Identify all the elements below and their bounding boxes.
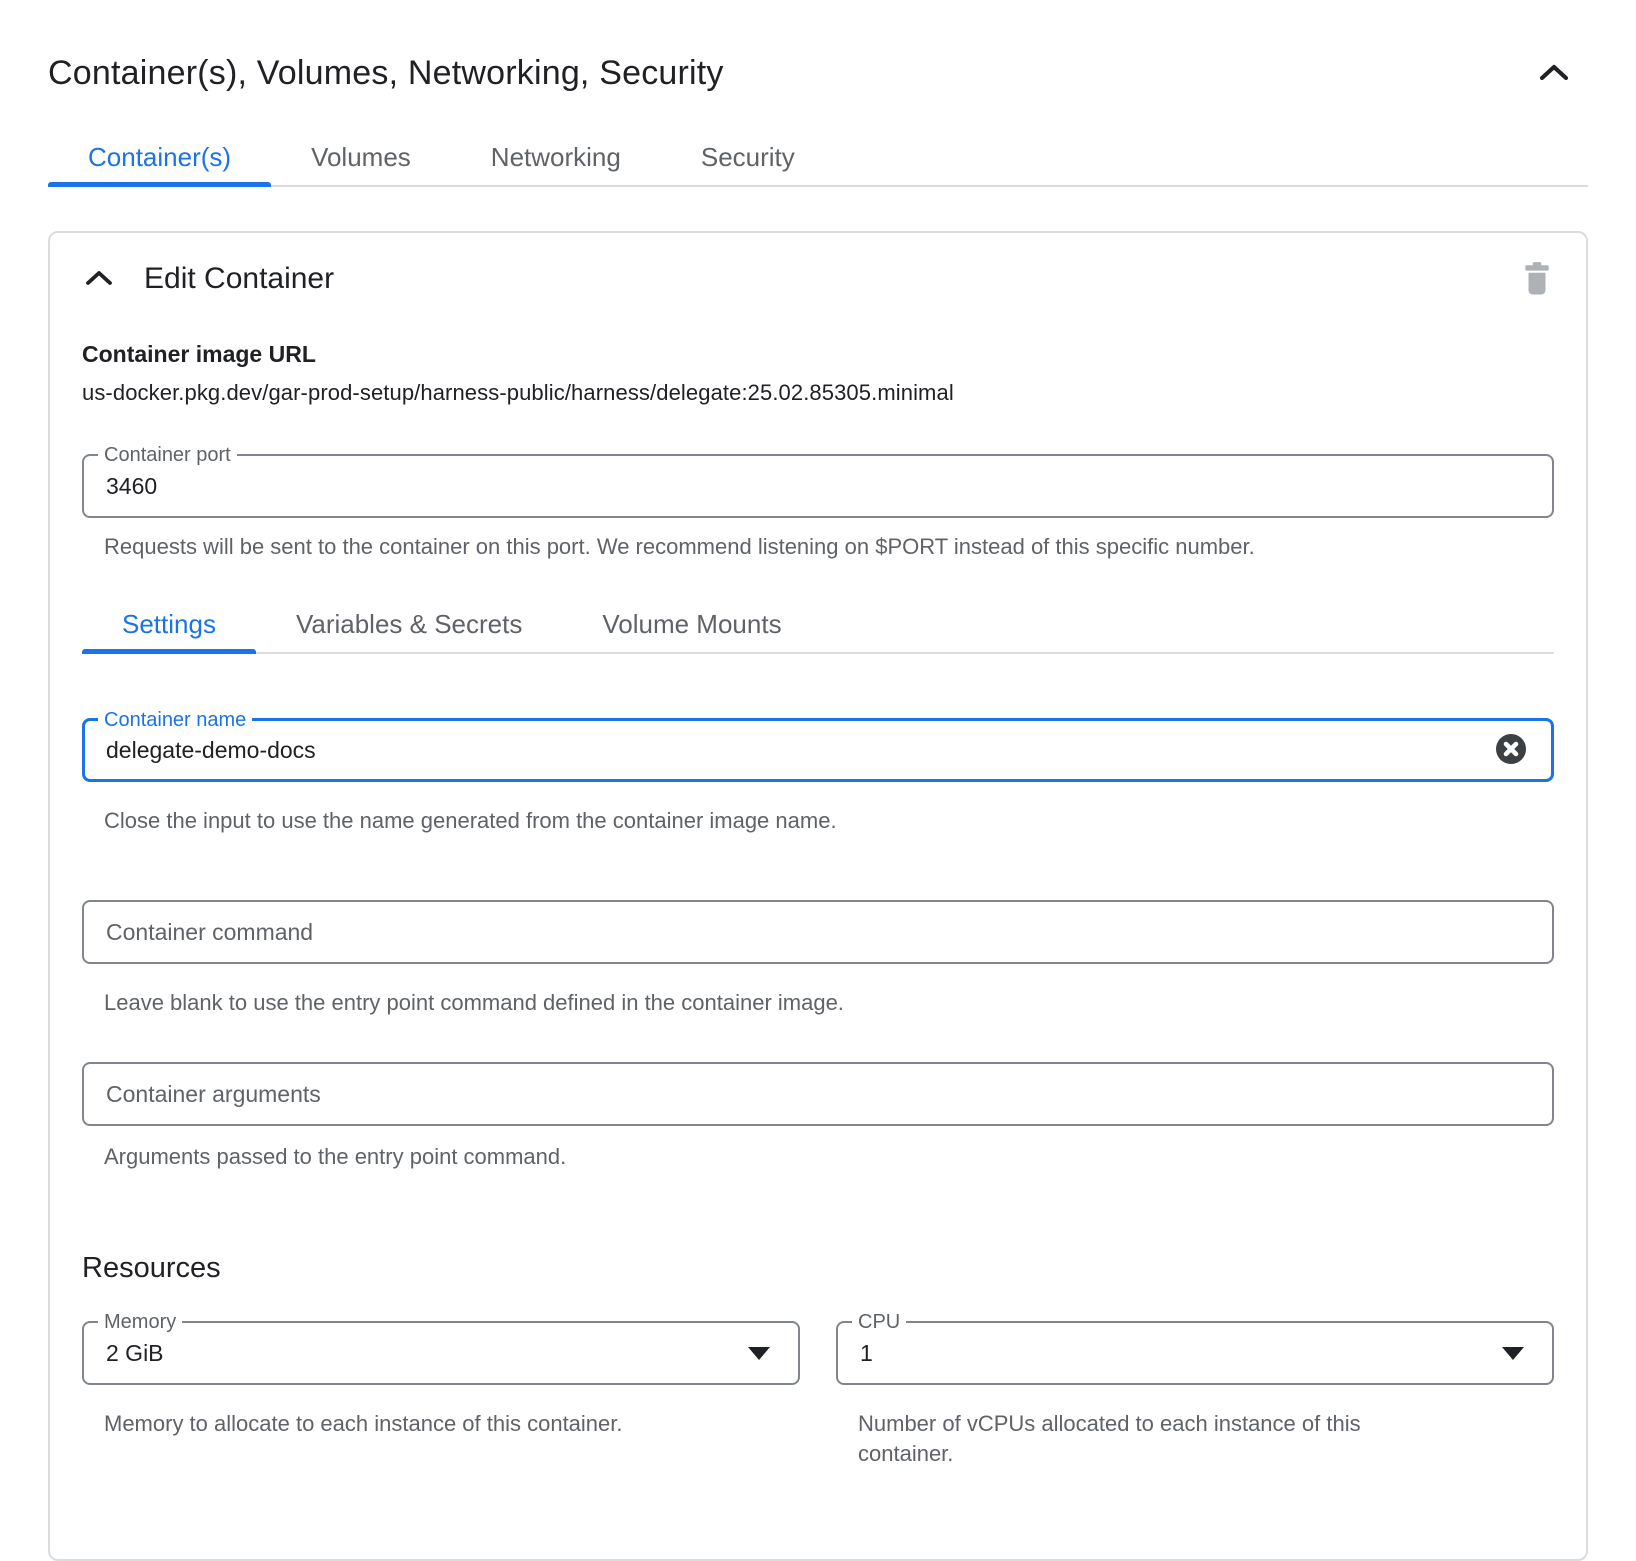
edit-container-card: Edit Container Container image URL us-do… [48, 231, 1588, 1561]
cpu-select[interactable]: CPU 1 [836, 1321, 1554, 1385]
cpu-value: 1 [860, 1340, 873, 1367]
resources-row: Memory 2 GiB Memory to allocate to each … [82, 1321, 1554, 1469]
tab-variables-secrets[interactable]: Variables & Secrets [256, 596, 562, 652]
chevron-up-icon [85, 269, 113, 289]
clear-name-button[interactable] [1495, 734, 1527, 766]
triangle-down-icon [748, 1347, 770, 1360]
tab-label: Volume Mounts [602, 609, 781, 640]
container-name-helper: Close the input to use the name generate… [104, 806, 1554, 836]
memory-helper: Memory to allocate to each instance of t… [104, 1409, 664, 1439]
container-arguments-input[interactable] [106, 1081, 1530, 1108]
container-command-input[interactable] [106, 919, 1530, 946]
container-arguments-helper: Arguments passed to the entry point comm… [104, 1142, 1554, 1172]
container-command-field [82, 900, 1554, 964]
container-port-field: Container port [82, 454, 1554, 518]
triangle-down-icon [1502, 1347, 1524, 1360]
container-name-label: Container name [98, 709, 252, 731]
container-arguments-field [82, 1062, 1554, 1126]
tab-label: Volumes [311, 142, 411, 173]
card-title: Edit Container [144, 262, 334, 296]
container-name-field: Container name [82, 718, 1554, 782]
memory-value: 2 GiB [106, 1340, 164, 1367]
top-tabbar: Container(s) Volumes Networking Security [48, 129, 1588, 187]
tab-containers[interactable]: Container(s) [48, 129, 271, 185]
tab-label: Security [701, 142, 795, 173]
edit-container-header: Edit Container [82, 261, 1554, 297]
container-image-url-label: Container image URL [82, 341, 1554, 368]
tab-security[interactable]: Security [661, 129, 835, 185]
collapse-section-button[interactable] [1532, 58, 1576, 90]
container-name-input[interactable] [106, 737, 1530, 764]
tab-label: Container(s) [88, 142, 231, 173]
cpu-helper: Number of vCPUs allocated to each instan… [858, 1409, 1418, 1469]
tab-networking[interactable]: Networking [451, 129, 661, 185]
tab-settings[interactable]: Settings [82, 596, 256, 652]
memory-column: Memory 2 GiB Memory to allocate to each … [82, 1321, 800, 1469]
delete-container-button[interactable] [1520, 261, 1554, 297]
chevron-up-icon [1538, 62, 1570, 85]
section-header: Container(s), Volumes, Networking, Secur… [0, 0, 1636, 93]
trash-icon [1522, 261, 1552, 298]
container-port-helper: Requests will be sent to the container o… [104, 532, 1554, 562]
collapse-container-button[interactable] [84, 268, 114, 290]
memory-select[interactable]: Memory 2 GiB [82, 1321, 800, 1385]
tab-volumes[interactable]: Volumes [271, 129, 451, 185]
cpu-column: CPU 1 Number of vCPUs allocated to each … [836, 1321, 1554, 1469]
tab-label: Variables & Secrets [296, 609, 522, 640]
memory-label: Memory [98, 1311, 182, 1333]
tab-label: Settings [122, 609, 216, 640]
circle-x-icon [1495, 733, 1527, 768]
cpu-label: CPU [852, 1311, 906, 1333]
tab-label: Networking [491, 142, 621, 173]
container-image-url-value: us-docker.pkg.dev/gar-prod-setup/harness… [82, 380, 1554, 406]
tab-volume-mounts[interactable]: Volume Mounts [562, 596, 821, 652]
page-title: Container(s), Volumes, Networking, Secur… [48, 54, 724, 93]
container-port-label: Container port [98, 444, 237, 466]
resources-heading: Resources [82, 1252, 1554, 1285]
container-command-helper: Leave blank to use the entry point comma… [104, 988, 1554, 1018]
container-settings-tabbar: Settings Variables & Secrets Volume Moun… [82, 596, 1554, 654]
container-port-input[interactable] [106, 473, 1530, 500]
